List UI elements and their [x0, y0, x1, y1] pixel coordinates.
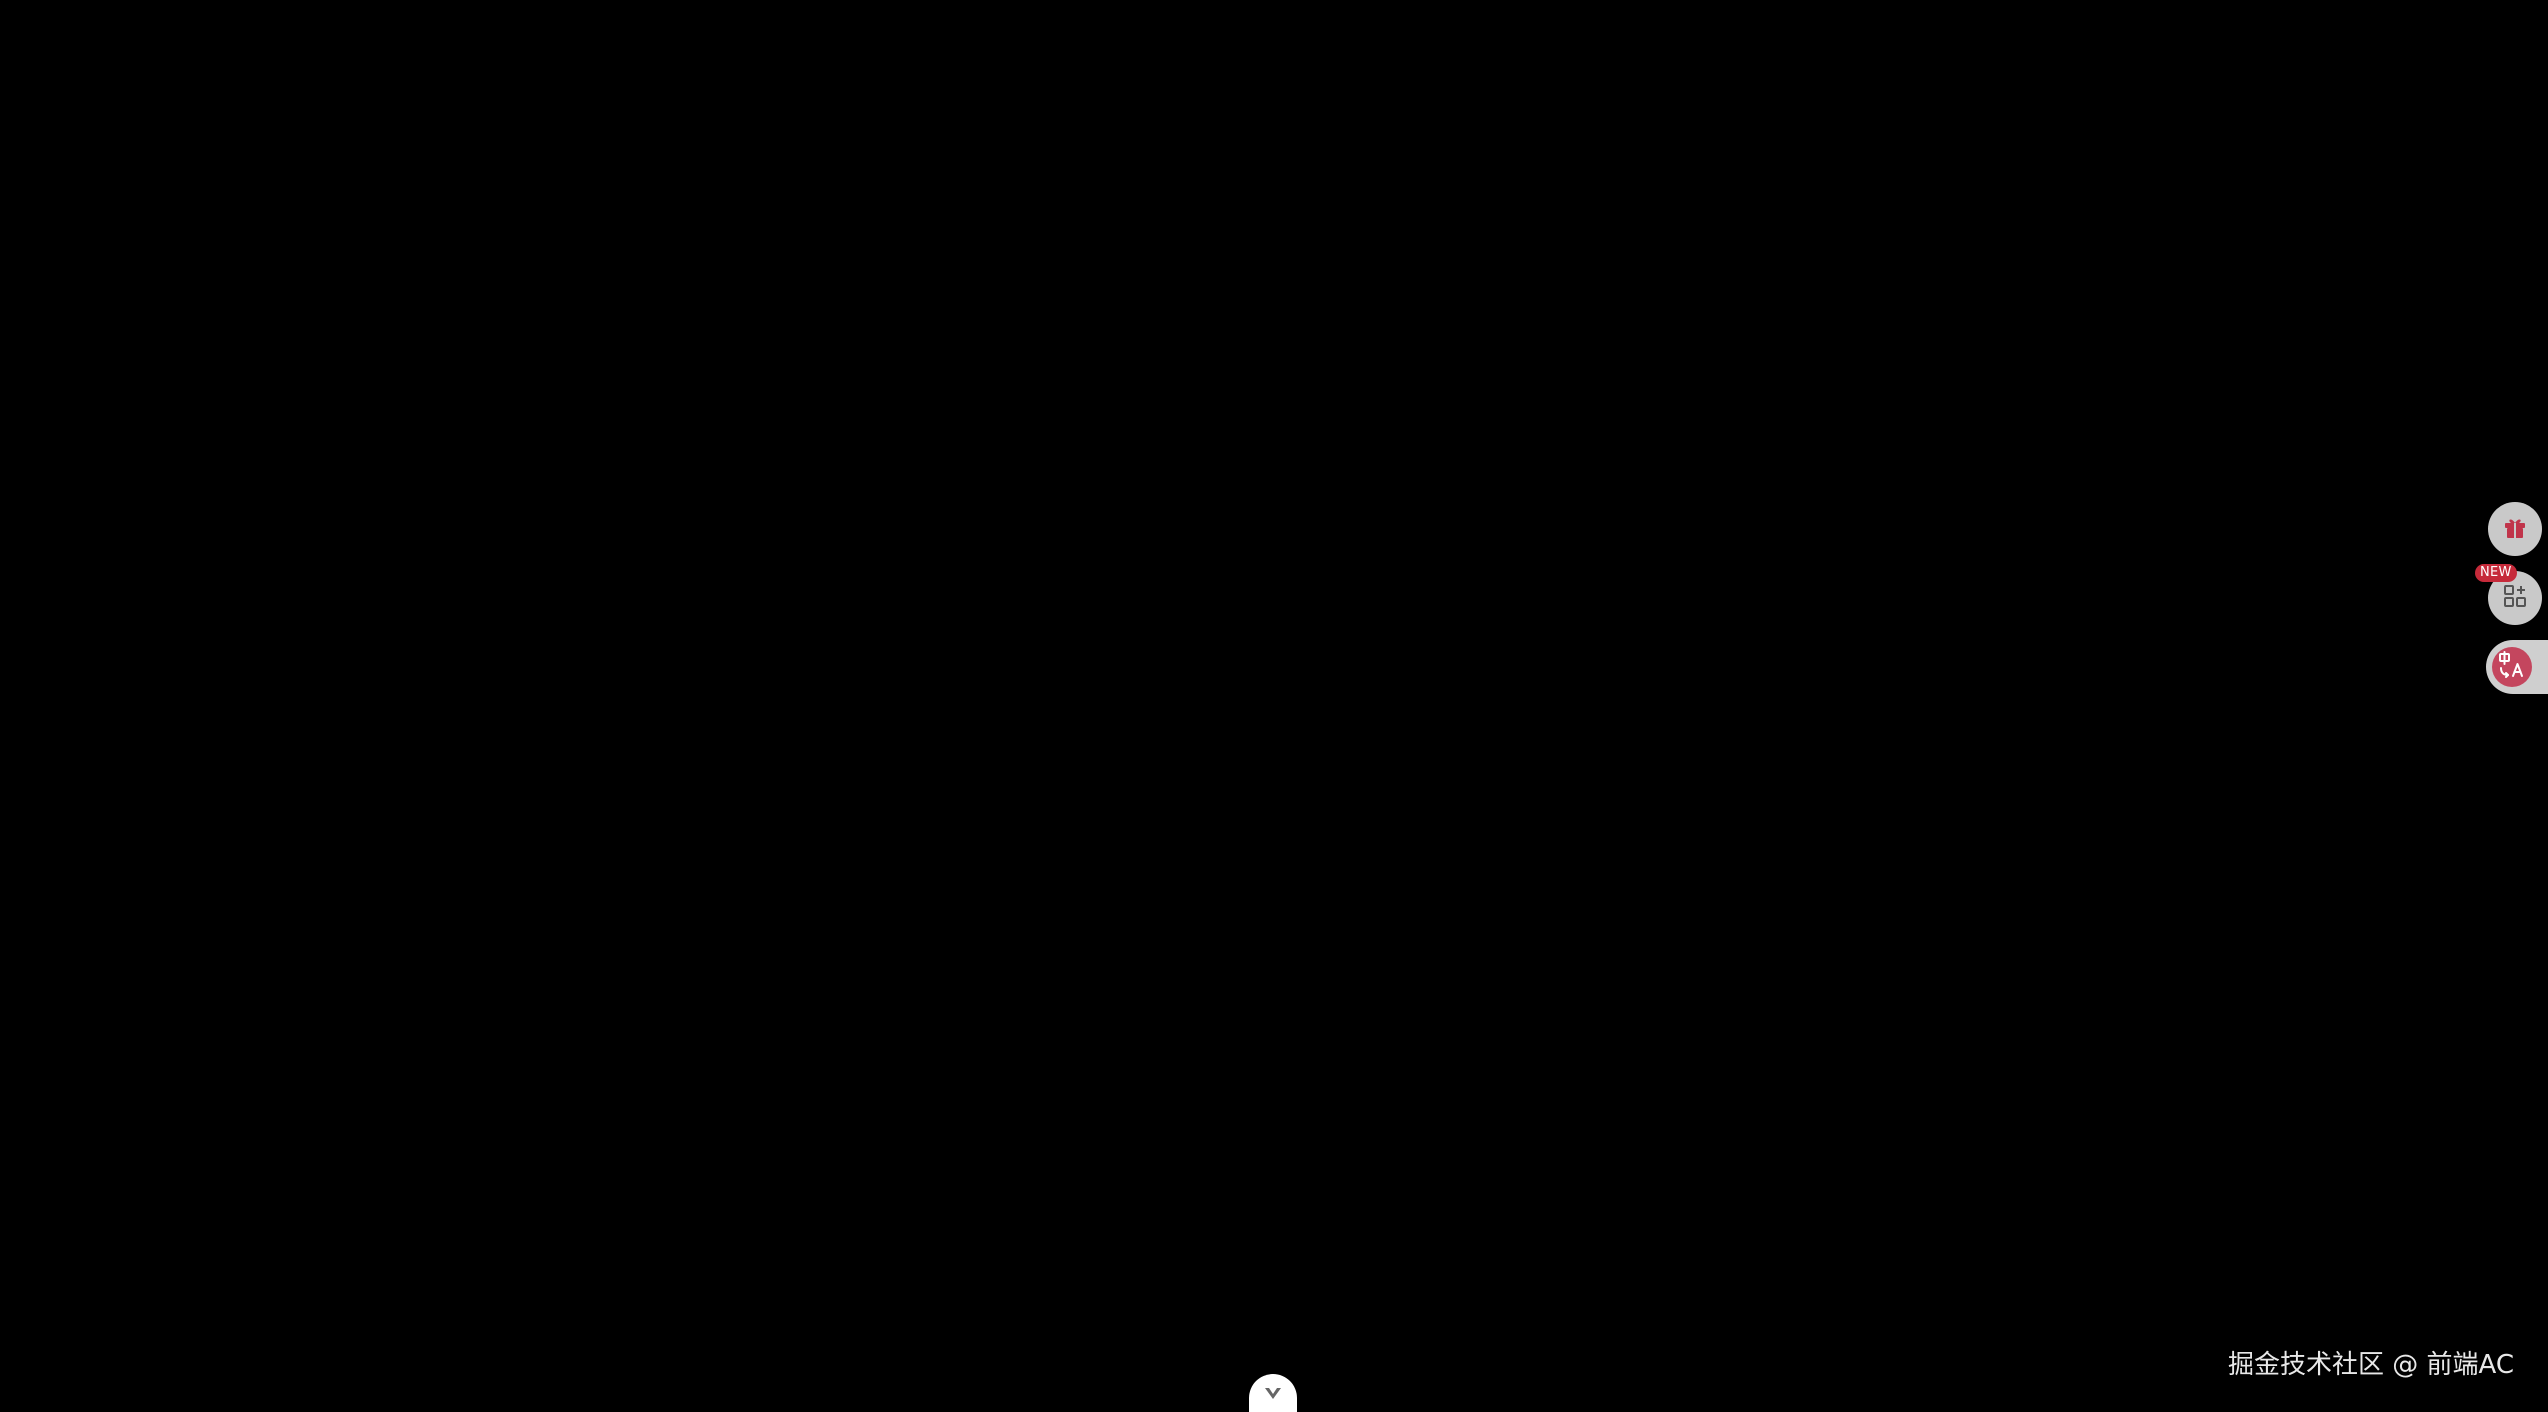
- translate-disc: [2492, 647, 2532, 687]
- apps-grid-icon: [2502, 583, 2528, 613]
- gift-button[interactable]: [2488, 502, 2542, 556]
- chevron-down-icon: [1263, 1386, 1283, 1406]
- gift-icon: [2502, 514, 2528, 544]
- scroll-down-button[interactable]: [1249, 1374, 1297, 1412]
- video-stage[interactable]: NEW 掘金技术社区 @ 前端AC: [0, 0, 2548, 1412]
- translate-button[interactable]: [2486, 640, 2548, 694]
- watermark-text: 掘金技术社区 @ 前端AC: [2227, 1350, 2514, 1380]
- new-badge: NEW: [2475, 564, 2517, 582]
- translate-icon: [2496, 649, 2528, 685]
